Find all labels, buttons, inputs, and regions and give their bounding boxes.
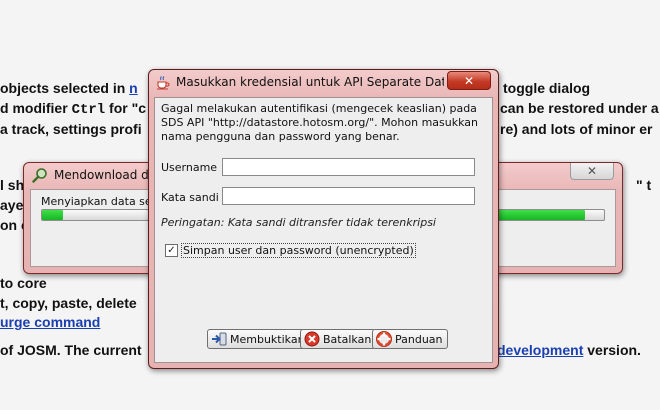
auth-error-message: Gagal melakukan autentifikasi (mengecek … (161, 102, 478, 143)
username-label: Username (161, 161, 218, 174)
bg-line-9: urge command (0, 314, 100, 330)
cancel-icon (304, 331, 323, 347)
bg-code: Ctrl (71, 102, 106, 118)
cancel-button[interactable]: Batalkan (300, 329, 377, 349)
dialog-body: Gagal melakukan autentifikasi (mengecek … (154, 97, 493, 363)
bg-line-5: aye (0, 197, 23, 213)
username-input[interactable] (222, 158, 475, 176)
progress-bar-top-fill (42, 210, 64, 220)
dialog-title: Masukkan kredensial untuk API Separate D… (176, 75, 444, 89)
josm-magnifier-icon (32, 167, 48, 183)
login-arrow-icon (211, 332, 230, 346)
bg-line-7: to core (0, 275, 47, 291)
save-credentials-checkbox[interactable]: ✓ (165, 244, 178, 257)
bg-line-8: t, copy, paste, delete (0, 295, 137, 311)
save-credentials-option[interactable]: ✓ Simpan user dan password (unencrypted) (165, 243, 416, 258)
dialog-close-button[interactable]: ✕ (447, 71, 491, 90)
bg-link[interactable]: urge command (0, 314, 100, 330)
help-button[interactable]: Panduan (372, 329, 448, 349)
help-button-label: Panduan (395, 332, 443, 346)
bg-text: for "c (105, 100, 147, 116)
dialog-title-bar[interactable]: Masukkan kredensial untuk API Separate D… (149, 70, 498, 94)
lifebuoy-icon (376, 331, 395, 347)
checkmark-icon: ✓ (167, 244, 176, 256)
bg-text-right: " t (636, 177, 652, 193)
authenticate-button-label: Membuktikan (230, 332, 305, 346)
progress-bar-top (41, 209, 149, 221)
bg-text: objects selected in (0, 80, 130, 96)
cancel-button-label: Batalkan (323, 332, 372, 346)
bg-link[interactable]: n (129, 80, 138, 96)
password-label: Kata sandi (161, 191, 219, 204)
bg-text: aye (0, 197, 24, 213)
close-icon: ✕ (463, 73, 475, 88)
progress-close-button[interactable]: ✕ (570, 163, 614, 180)
bg-link[interactable]: development (497, 342, 583, 358)
save-credentials-label: Simpan user dan password (unencrypted) (181, 243, 416, 258)
bg-text-right: development version. (497, 342, 641, 358)
bg-text: l sh (0, 177, 25, 193)
bg-text: t, copy, paste, delete (0, 295, 137, 311)
bg-text: a track, settings profi (0, 121, 142, 137)
bg-text: to core (0, 275, 47, 291)
bg-text-right: re) and lots of minor er (500, 121, 653, 137)
progress-window-title: Mendownload dat (54, 168, 161, 182)
bg-line-1: objects selected in n toggle dialog (0, 80, 590, 96)
bg-text-right: toggle dialog (503, 80, 591, 96)
authenticate-button[interactable]: Membuktikan (207, 329, 310, 349)
warning-text: Peringatan: Kata sandi ditransfer tidak … (161, 216, 436, 229)
close-icon: ✕ (586, 164, 598, 178)
credentials-dialog: Masukkan kredensial untuk API Separate D… (148, 69, 499, 369)
bg-text: version. (583, 342, 641, 358)
password-input[interactable] (222, 187, 475, 205)
bg-text-right: can be restored under a (500, 100, 659, 116)
bg-text: d modifier (0, 100, 72, 116)
java-cup-icon (155, 74, 171, 90)
bg-text: of JOSM. The current (0, 342, 142, 358)
